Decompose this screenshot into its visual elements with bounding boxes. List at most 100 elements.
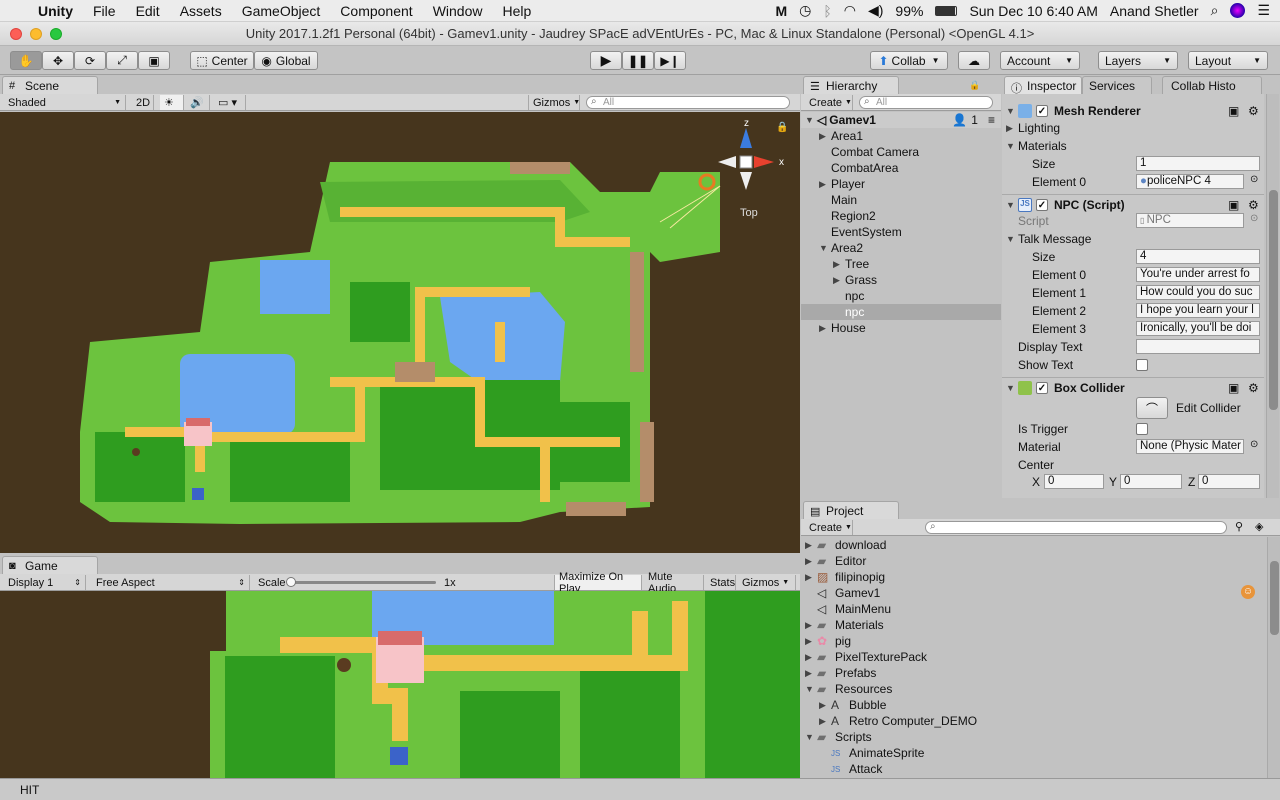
object-picker-icon[interactable]: ⊙	[1250, 213, 1258, 224]
rect-tool-button[interactable]: ▣	[138, 51, 170, 70]
expand-arrow-icon[interactable]: ▼	[805, 732, 817, 742]
project-search-input[interactable]: ⌕	[925, 521, 1227, 534]
hierarchy-item[interactable]: ▶ Area1	[801, 128, 1001, 144]
move-tool-button[interactable]: ✥	[42, 51, 74, 70]
zoom-window-button[interactable]	[50, 28, 62, 40]
project-item[interactable]: ◁ MainMenu	[801, 601, 1266, 617]
settings-gear-icon[interactable]: ⚙	[1248, 198, 1259, 212]
expand-arrow-icon[interactable]: ▼	[1006, 234, 1018, 244]
script-object-field[interactable]: ▯ NPC	[1136, 213, 1244, 228]
box-collider-header[interactable]: ▼ ✓ Box Collider ▣ ⚙	[1002, 377, 1264, 397]
hierarchy-item[interactable]: Combat Camera	[801, 144, 1001, 160]
expand-arrow-icon[interactable]: ▶	[833, 259, 845, 270]
hierarchy-item[interactable]: npc	[801, 288, 1001, 304]
tab-scene[interactable]: # Scene	[2, 76, 98, 94]
maximize-on-play-toggle[interactable]: Maximize On Play	[554, 571, 642, 595]
hierarchy-item[interactable]: Main	[801, 192, 1001, 208]
project-item[interactable]: ▶ ▨ filipinopig	[801, 569, 1266, 585]
tab-project[interactable]: ▤ Project	[803, 501, 899, 519]
edit-collider-button[interactable]: ⌒	[1136, 397, 1168, 419]
help-icon[interactable]: ▣	[1228, 198, 1239, 212]
console-message[interactable]: HIT	[20, 783, 39, 797]
menu-component[interactable]: Component	[330, 3, 422, 19]
settings-gear-icon[interactable]: ⚙	[1248, 104, 1259, 118]
talk-element-field[interactable]: How could you do suc	[1136, 285, 1260, 300]
lighting-row[interactable]: ▶ Lighting	[1002, 119, 1264, 137]
project-item[interactable]: JS AnimateSprite	[801, 745, 1266, 761]
close-window-button[interactable]	[10, 28, 22, 40]
siri-icon[interactable]	[1230, 3, 1246, 18]
wifi-icon[interactable]: ◠	[844, 2, 856, 19]
hierarchy-create-dropdown[interactable]: Create ▼	[805, 95, 853, 110]
rotate-tool-button[interactable]: ⟳	[74, 51, 106, 70]
npc-script-enabled-checkbox[interactable]: ✓	[1036, 198, 1048, 211]
project-item[interactable]: ▶ ▰ download	[801, 537, 1266, 553]
help-icon[interactable]: ▣	[1228, 381, 1239, 395]
hierarchy-search-input[interactable]: ⌕ All	[859, 96, 993, 109]
project-item[interactable]: ▶ A Retro Computer_DEMO	[801, 713, 1266, 729]
project-scroll-thumb[interactable]	[1270, 561, 1279, 635]
menu-assets[interactable]: Assets	[170, 3, 232, 19]
scale-slider-handle[interactable]	[286, 577, 296, 587]
is-trigger-checkbox[interactable]	[1136, 423, 1148, 435]
expand-arrow-icon[interactable]: ▶	[819, 716, 831, 727]
box-collider-enabled-checkbox[interactable]: ✓	[1036, 381, 1048, 394]
expand-arrow-icon[interactable]: ▼	[805, 684, 817, 694]
show-text-checkbox[interactable]	[1136, 359, 1148, 371]
pivot-center-toggle[interactable]: ⬚ Center	[190, 51, 254, 70]
scene-viewport[interactable]: z x Top 🔒	[0, 112, 800, 553]
expand-arrow-icon[interactable]: ▼	[1006, 383, 1018, 393]
spotlight-search-icon[interactable]: ⌕	[1211, 2, 1219, 19]
volume-icon[interactable]: ◀)	[868, 2, 883, 19]
lock-icon[interactable]: 🔒	[776, 121, 788, 133]
game-viewport[interactable]	[0, 591, 800, 778]
hierarchy-item[interactable]: Region2	[801, 208, 1001, 224]
project-item[interactable]: JS Attack	[801, 761, 1266, 777]
layers-dropdown[interactable]: Layers ▼	[1098, 51, 1178, 70]
minimize-window-button[interactable]	[30, 28, 42, 40]
center-y-field[interactable]: 0	[1120, 474, 1182, 489]
user-name[interactable]: Anand Shetler	[1110, 3, 1199, 19]
expand-arrow-icon[interactable]: ▶	[805, 572, 817, 583]
step-button[interactable]: ▶❙	[654, 51, 686, 70]
cloud-button[interactable]: ☁	[958, 51, 990, 70]
play-button[interactable]: ▶	[590, 51, 622, 70]
help-icon[interactable]: ▣	[1228, 104, 1239, 118]
pivot-global-toggle[interactable]: ◉ Global	[254, 51, 318, 70]
center-x-field[interactable]: 0	[1044, 474, 1104, 489]
materials-row[interactable]: ▼ Materials	[1002, 137, 1264, 155]
collider-material-field[interactable]: None (Physic Mater	[1136, 439, 1244, 454]
notification-center-icon[interactable]: ☰	[1257, 2, 1270, 19]
lighting-toggle-icon[interactable]: ☀	[160, 95, 184, 110]
bluetooth-icon[interactable]: ᛒ	[823, 3, 831, 19]
malwarebytes-icon[interactable]: M	[775, 3, 787, 19]
expand-arrow-icon[interactable]: ▶	[805, 668, 817, 679]
project-item[interactable]: ▶ ▰ Editor	[801, 553, 1266, 569]
layout-dropdown[interactable]: Layout ▼	[1188, 51, 1268, 70]
inspector-scroll-thumb[interactable]	[1269, 190, 1278, 410]
project-item[interactable]: ◁ Gamev1	[801, 585, 1266, 601]
project-item[interactable]: ▶ ✿ pig	[801, 633, 1266, 649]
scene-search-input[interactable]: ⌕ All	[586, 96, 790, 109]
display-dropdown[interactable]: Display 1 ⇕	[4, 575, 86, 590]
settings-gear-icon[interactable]: ⚙	[1248, 381, 1259, 395]
talk-size-field[interactable]: 4	[1136, 249, 1260, 264]
talk-element-field[interactable]: Ironically, you'll be doi	[1136, 321, 1260, 336]
menu-help[interactable]: Help	[492, 3, 541, 19]
object-picker-icon[interactable]: ⊙	[1250, 439, 1258, 450]
expand-arrow-icon[interactable]: ▶	[805, 652, 817, 663]
project-scrollbar[interactable]	[1267, 537, 1280, 778]
time-machine-icon[interactable]: ◷	[799, 2, 811, 19]
menu-app-unity[interactable]: Unity	[28, 3, 83, 19]
expand-arrow-icon[interactable]: ▼	[819, 243, 831, 253]
scale-tool-button[interactable]: ⤢	[106, 51, 138, 70]
audio-toggle-icon[interactable]: 🔊	[186, 95, 210, 110]
hierarchy-item[interactable]: ▶ Tree	[801, 256, 1001, 272]
project-item[interactable]: ▼ ▰ Resources	[801, 681, 1266, 697]
project-item[interactable]: ▼ ▰ Scripts	[801, 729, 1266, 745]
mute-audio-toggle[interactable]: Mute Audio	[644, 571, 704, 595]
hierarchy-item[interactable]: EventSystem	[801, 224, 1001, 240]
expand-arrow-icon[interactable]: ▼	[1006, 141, 1018, 151]
talk-element-field[interactable]: I hope you learn your l	[1136, 303, 1260, 318]
center-z-field[interactable]: 0	[1198, 474, 1260, 489]
